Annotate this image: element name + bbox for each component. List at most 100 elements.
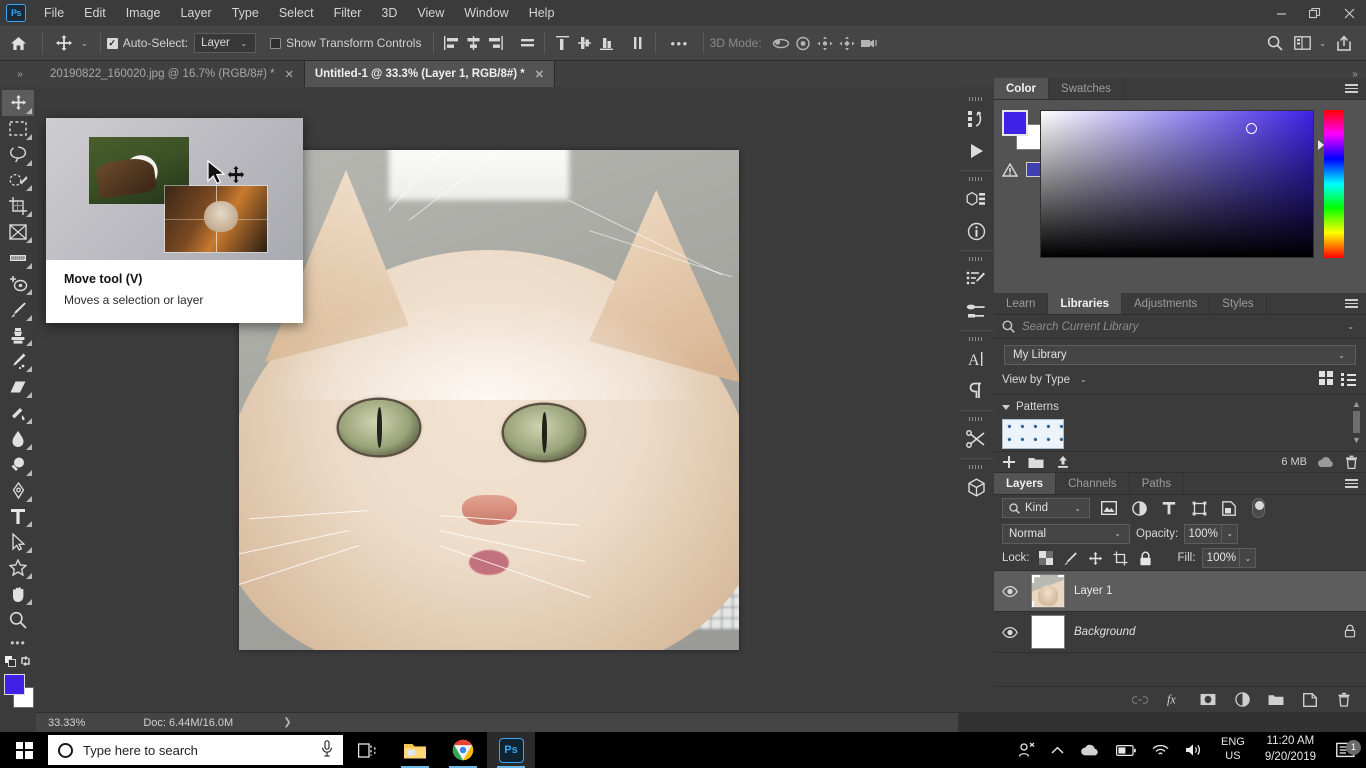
file-explorer-button[interactable] xyxy=(391,732,439,768)
new-group-icon[interactable] xyxy=(1028,456,1044,469)
google-chrome-button[interactable] xyxy=(439,732,487,768)
scroll-down-icon[interactable]: ▼ xyxy=(1352,435,1361,445)
menu-item-help[interactable]: Help xyxy=(519,2,565,24)
photoshop-taskbar-button[interactable]: Ps xyxy=(487,732,535,768)
document-tab-2[interactable]: Untitled-1 @ 33.3% (Layer 1, RGB/8#) * ✕ xyxy=(304,61,556,87)
pan-3d-icon[interactable] xyxy=(814,32,836,54)
tool-crop[interactable] xyxy=(2,193,34,219)
tab-swatches[interactable]: Swatches xyxy=(1049,78,1124,99)
brush-settings-icon[interactable] xyxy=(961,264,991,294)
menu-item-3d[interactable]: 3D xyxy=(371,2,407,24)
workspace-icon[interactable] xyxy=(1289,32,1315,54)
list-view-icon[interactable] xyxy=(1341,371,1356,388)
opacity-value[interactable]: 100% xyxy=(1184,523,1223,544)
edit-toolbar-button[interactable]: ••• xyxy=(2,633,34,654)
layer-style-icon[interactable]: fx xyxy=(1166,692,1182,707)
menu-item-file[interactable]: File xyxy=(34,2,74,24)
document-canvas[interactable] xyxy=(239,150,739,650)
chevron-down-icon[interactable]: ⌄ xyxy=(1319,39,1326,48)
microphone-icon[interactable] xyxy=(321,740,333,760)
layer-row-layer-1[interactable]: Layer 1 xyxy=(994,571,1366,612)
new-layer-icon[interactable] xyxy=(1302,692,1318,707)
tool-zoom[interactable] xyxy=(2,607,34,633)
drag-handle[interactable] xyxy=(969,417,983,421)
distribute-horizontal-button[interactable] xyxy=(516,32,538,54)
tool-spot-healing-brush[interactable] xyxy=(2,271,34,297)
align-vertical-centers-button[interactable] xyxy=(573,32,595,54)
layer-name[interactable]: Background xyxy=(1074,626,1135,638)
view-by-type-label[interactable]: View by Type xyxy=(1002,374,1070,386)
language-indicator[interactable]: ENG US xyxy=(1211,736,1255,764)
start-button[interactable] xyxy=(0,732,48,768)
volume-icon[interactable] xyxy=(1177,743,1211,757)
layer-row-background[interactable]: Background xyxy=(994,612,1366,653)
type-filter-icon[interactable] xyxy=(1158,498,1180,518)
delete-layer-icon[interactable] xyxy=(1336,692,1352,707)
add-icon[interactable] xyxy=(1002,455,1016,469)
tool-gradient[interactable] xyxy=(2,400,34,426)
blend-mode-dropdown[interactable]: Normal ⌄ xyxy=(1002,523,1130,544)
auto-select-checkbox[interactable] xyxy=(106,37,118,49)
align-right-edges-button[interactable] xyxy=(484,32,506,54)
tab-paths[interactable]: Paths xyxy=(1129,473,1185,494)
color-field-marker[interactable] xyxy=(1246,123,1257,134)
menu-item-layer[interactable]: Layer xyxy=(170,2,221,24)
tab-layers[interactable]: Layers xyxy=(994,473,1057,494)
tool-pen[interactable] xyxy=(2,478,34,504)
camera-3d-icon[interactable] xyxy=(858,32,880,54)
info-icon[interactable] xyxy=(961,216,991,246)
opacity-stepper[interactable]: ⌄ xyxy=(1222,523,1239,544)
tool-custom-shape[interactable] xyxy=(2,555,34,581)
status-menu-chevron-icon[interactable]: ❯ xyxy=(233,717,291,728)
3d-panel-icon[interactable] xyxy=(961,184,991,214)
tool-frame[interactable] xyxy=(2,219,34,245)
menu-item-image[interactable]: Image xyxy=(116,2,171,24)
tool-rectangular-marquee[interactable] xyxy=(2,116,34,142)
drag-handle[interactable] xyxy=(969,337,983,341)
history-icon[interactable] xyxy=(961,104,991,134)
menu-item-view[interactable]: View xyxy=(407,2,454,24)
battery-icon[interactable] xyxy=(1108,744,1144,756)
notification-center-button[interactable]: 1 xyxy=(1326,739,1366,759)
menu-item-edit[interactable]: Edit xyxy=(74,2,116,24)
gamut-substitute-swatch[interactable] xyxy=(1026,162,1041,177)
library-group-patterns[interactable]: Patterns xyxy=(1002,401,1356,413)
tool-lasso[interactable] xyxy=(2,142,34,168)
paragraph-panel-icon[interactable] xyxy=(961,376,991,406)
show-hidden-icons-icon[interactable] xyxy=(1043,746,1072,755)
align-top-edges-button[interactable] xyxy=(551,32,573,54)
tab-learn[interactable]: Learn xyxy=(994,293,1049,314)
layer-mask-icon[interactable] xyxy=(1200,693,1216,706)
layer-thumbnail[interactable] xyxy=(1031,615,1065,649)
close-button[interactable] xyxy=(1332,0,1366,26)
brush-presets-icon[interactable] xyxy=(961,296,991,326)
tool-history-brush[interactable] xyxy=(2,348,34,374)
color-panel-menu-icon[interactable] xyxy=(1337,78,1366,99)
align-horizontal-centers-button[interactable] xyxy=(462,32,484,54)
tool-path-selection[interactable] xyxy=(2,529,34,555)
link-layers-icon[interactable] xyxy=(1132,695,1148,705)
collapse-panel-icon[interactable]: » xyxy=(0,61,40,87)
menu-item-type[interactable]: Type xyxy=(222,2,269,24)
distribute-vertical-button[interactable] xyxy=(627,32,649,54)
task-view-button[interactable] xyxy=(343,732,391,768)
tool-preset-chevron-icon[interactable]: ⌄ xyxy=(81,39,88,48)
new-group-icon[interactable] xyxy=(1268,693,1284,706)
lock-artboard-icon[interactable] xyxy=(1112,549,1130,567)
adjustment-filter-icon[interactable] xyxy=(1128,498,1150,518)
tool-brush[interactable] xyxy=(2,297,34,323)
chevron-down-icon[interactable]: ⌄ xyxy=(1347,322,1354,331)
clock[interactable]: 11:20 AM 9/20/2019 xyxy=(1255,734,1326,765)
tool-move[interactable] xyxy=(2,90,34,116)
layer-name[interactable]: Layer 1 xyxy=(1074,585,1112,597)
more-options-button[interactable]: ••• xyxy=(662,36,696,51)
close-icon[interactable]: ✕ xyxy=(535,68,544,81)
close-icon[interactable]: ✕ xyxy=(285,68,294,81)
lock-image-pixels-icon[interactable] xyxy=(1062,549,1080,567)
taskbar-search-box[interactable]: Type here to search xyxy=(48,735,343,765)
filter-enable-toggle[interactable] xyxy=(1252,498,1265,518)
drag-handle[interactable] xyxy=(969,97,983,101)
hue-slider[interactable] xyxy=(1324,110,1344,258)
fill-stepper[interactable]: ⌄ xyxy=(1240,548,1257,568)
scroll-up-icon[interactable]: ▲ xyxy=(1352,399,1361,409)
